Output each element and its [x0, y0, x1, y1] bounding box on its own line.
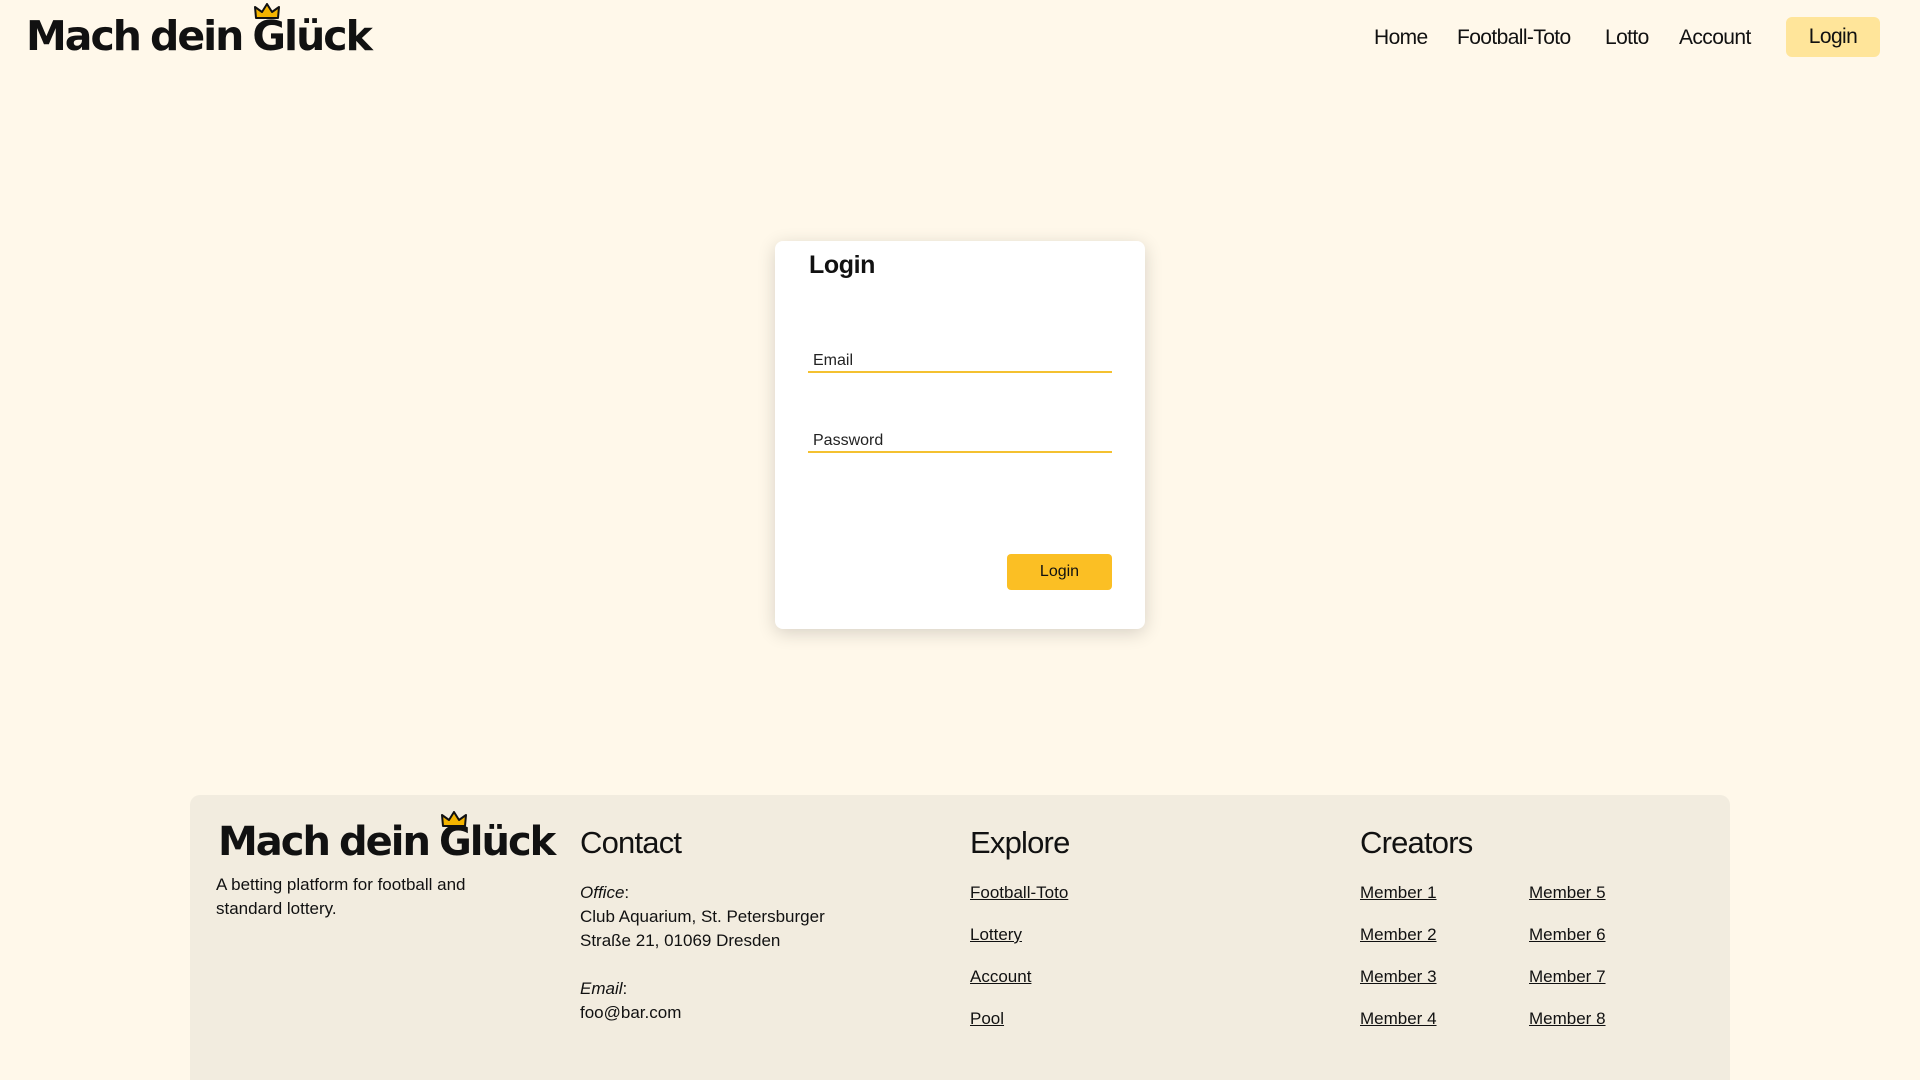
login-card: Login Login — [775, 241, 1145, 629]
creator-link-member-1[interactable]: Member 1 — [1360, 883, 1437, 903]
login-title: Login — [809, 251, 876, 279]
email-input[interactable] — [808, 347, 1112, 371]
contact-email: Email: foo@bar.com — [580, 977, 880, 1025]
logo-word-mach: Mach — [26, 12, 142, 60]
logo-word-mach: Mach — [218, 819, 331, 865]
login-submit-button[interactable]: Login — [1007, 554, 1112, 590]
contact-heading: Contact — [580, 825, 682, 860]
creator-link-member-3[interactable]: Member 3 — [1360, 967, 1437, 987]
logo-word-gluck-rest: lück — [284, 12, 373, 60]
email-field-wrapper — [808, 347, 1112, 373]
nav-link-account[interactable]: Account — [1679, 26, 1751, 50]
footer-link-account[interactable]: Account — [970, 967, 1031, 987]
creator-link-member-4[interactable]: Member 4 — [1360, 1009, 1437, 1029]
logo-word-dein: dein — [338, 819, 431, 865]
site-footer: Mach dein Glück A betting platform for f… — [190, 795, 1730, 1080]
logo-word-dein: dein — [149, 12, 244, 60]
office-address-line2: Straße 21, 01069 Dresden — [580, 931, 781, 950]
nav-link-home[interactable]: Home — [1374, 26, 1428, 50]
site-logo[interactable]: Mach dein Glück — [26, 3, 373, 60]
logo-word-gluck-rest: lück — [469, 819, 556, 865]
creator-link-member-2[interactable]: Member 2 — [1360, 925, 1437, 945]
creator-link-member-6[interactable]: Member 6 — [1529, 925, 1606, 945]
nav-link-football-toto[interactable]: Football-Toto — [1457, 26, 1571, 50]
creator-link-member-5[interactable]: Member 5 — [1529, 883, 1606, 903]
nav-link-lotto[interactable]: Lotto — [1605, 26, 1649, 50]
footer-tagline: A betting platform for football and stan… — [216, 875, 466, 918]
password-input[interactable] — [808, 427, 1112, 451]
footer-link-football-toto[interactable]: Football-Toto — [970, 883, 1068, 903]
crown-icon — [440, 811, 467, 827]
footer-link-pool[interactable]: Pool — [970, 1009, 1004, 1029]
contact-office: Office: Club Aquarium, St. Petersburger … — [580, 881, 880, 953]
office-address-line1: Club Aquarium, St. Petersburger — [580, 907, 825, 926]
site-header: Mach dein Glück Home Football-Toto Lotto… — [0, 0, 1920, 76]
password-field-wrapper — [808, 427, 1112, 453]
office-label: Office — [580, 883, 625, 902]
nav-login-button[interactable]: Login — [1786, 17, 1880, 57]
email-label: Email — [580, 979, 623, 998]
crown-icon — [254, 3, 281, 19]
email-value[interactable]: foo@bar.com — [580, 1001, 880, 1025]
creators-heading: Creators — [1360, 825, 1473, 860]
creator-link-member-8[interactable]: Member 8 — [1529, 1009, 1606, 1029]
footer-logo: Mach dein Glück — [218, 811, 556, 865]
creator-link-member-7[interactable]: Member 7 — [1529, 967, 1606, 987]
footer-link-lottery[interactable]: Lottery — [970, 925, 1022, 945]
explore-heading: Explore — [970, 825, 1070, 860]
